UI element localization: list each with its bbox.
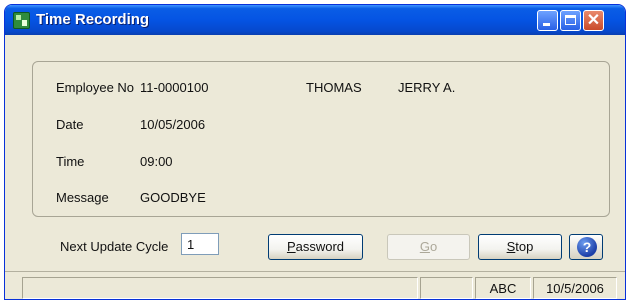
- password-label: assword: [295, 239, 345, 254]
- window-title: Time Recording: [36, 11, 150, 28]
- time-recording-app-icon[interactable]: [13, 12, 30, 29]
- employee-no-value: 11-0000100: [140, 80, 209, 95]
- stop-label: top: [515, 239, 534, 254]
- go-label: o: [429, 239, 438, 254]
- next-update-cycle-field[interactable]: 1: [181, 233, 219, 255]
- date-label: Date: [56, 117, 84, 132]
- password-mnemonic: P: [286, 239, 296, 254]
- time-label: Time: [56, 154, 85, 169]
- next-update-cycle-label: Next Update Cycle: [60, 239, 169, 254]
- help-button[interactable]: ?: [569, 234, 603, 260]
- employee-first-name: JERRY A.: [398, 80, 456, 95]
- status-panel-secondary: [420, 277, 473, 299]
- close-button[interactable]: ✕: [583, 10, 604, 31]
- stop-mnemonic: S: [506, 239, 516, 254]
- minimize-button[interactable]: [537, 10, 558, 31]
- time-value: 09:00: [140, 154, 173, 169]
- go-mnemonic: G: [419, 239, 430, 254]
- stop-button[interactable]: Stop: [478, 234, 562, 260]
- employee-info-panel: Employee No 11-0000100 THOMAS JERRY A. D…: [32, 61, 610, 217]
- status-bar: ABC 10/5/2006: [5, 271, 625, 299]
- maximize-icon: [565, 15, 576, 25]
- message-label: Message: [56, 190, 109, 205]
- status-panel-company: ABC: [475, 277, 531, 299]
- go-button[interactable]: Go: [387, 234, 470, 260]
- help-icon: ?: [577, 237, 597, 257]
- message-value: GOODBYE: [140, 190, 206, 205]
- employee-last-name: THOMAS: [306, 80, 362, 95]
- status-panel-date: 10/5/2006: [533, 277, 617, 299]
- title-bar[interactable]: Time Recording ✕: [5, 5, 625, 35]
- close-icon: ✕: [586, 12, 601, 29]
- status-panel-main: [22, 277, 418, 299]
- date-value: 10/05/2006: [140, 117, 206, 132]
- employee-no-label: Employee No: [56, 80, 135, 95]
- minimize-icon: [543, 23, 550, 26]
- time-recording-window: Time Recording ✕ Employee No 11-0000100 …: [4, 4, 626, 300]
- maximize-button[interactable]: [560, 10, 581, 31]
- password-button[interactable]: Password: [268, 234, 363, 260]
